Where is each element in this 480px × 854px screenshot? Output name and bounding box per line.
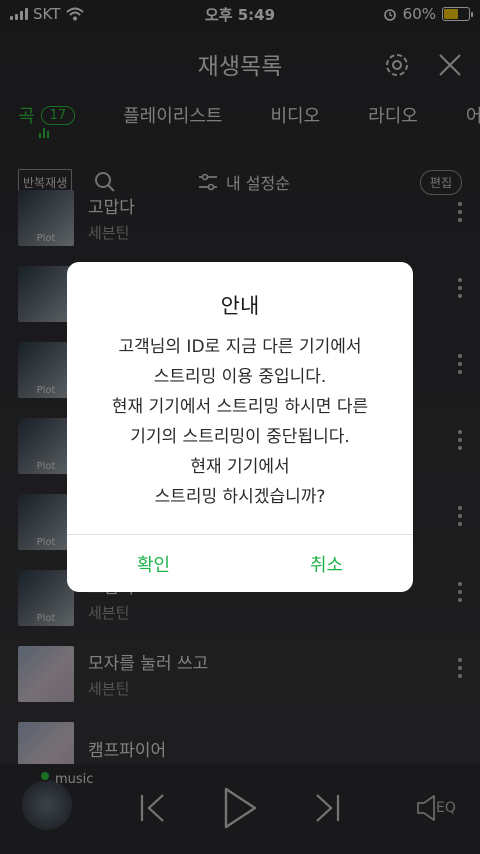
cancel-button[interactable]: 취소 bbox=[240, 535, 413, 592]
streaming-alert-dialog: 안내 고객님의 ID로 지금 다른 기기에서 스트리밍 이용 중입니다. 현재 … bbox=[67, 262, 413, 592]
confirm-button[interactable]: 확인 bbox=[67, 535, 240, 592]
dialog-footer: 확인 취소 bbox=[67, 534, 413, 592]
dialog-message: 고객님의 ID로 지금 다른 기기에서 스트리밍 이용 중입니다. 현재 기기에… bbox=[111, 337, 369, 507]
dialog-title: 안내 bbox=[220, 294, 260, 318]
